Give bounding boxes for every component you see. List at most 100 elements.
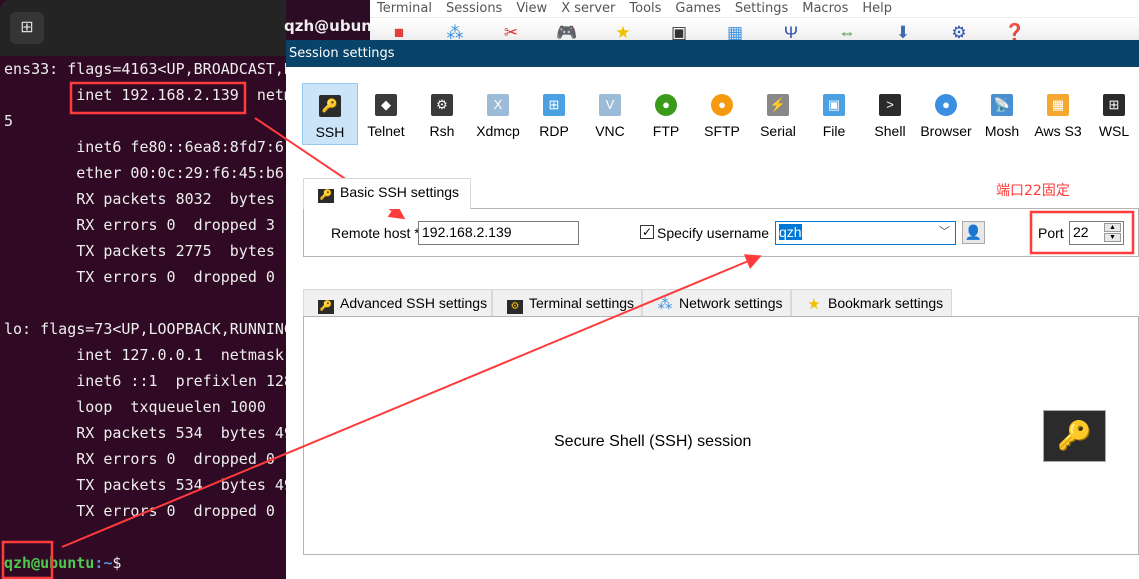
tab-basic-ssh-settings[interactable]: 🔑 Basic SSH settings (303, 178, 471, 209)
terminal-line: inet 192.168.2.139 netm (4, 86, 286, 104)
menu-tools[interactable]: Tools (622, 0, 668, 17)
orange-globe-icon: ● (711, 94, 733, 116)
session-type-xdmcp[interactable]: X Xdmcp (470, 83, 526, 145)
key-icon: 🔑 (318, 300, 334, 314)
session-type-label: Mosh (984, 123, 1020, 139)
session-type-vnc[interactable]: V VNC (582, 83, 638, 145)
tab-label: Network settings (679, 295, 783, 311)
session-type-mosh[interactable]: 📡 Mosh (974, 83, 1030, 145)
gears-icon: ⚙ (431, 94, 453, 116)
key-icon: 🔑 (318, 189, 334, 203)
terminal-line: ens33: flags=4163<UP,BROADCAST,R (4, 60, 286, 78)
port-up-button[interactable]: ▲ (1104, 223, 1121, 232)
basic-settings-panel: Remote host * 192.168.2.139 ✓ Specify us… (303, 208, 1139, 257)
menu-x-server[interactable]: X server (554, 0, 622, 17)
gears-icon: ⚙ (507, 300, 523, 314)
terminal-line: inet 127.0.0.1 netmask (4, 346, 286, 364)
gem-icon: ◆ (375, 94, 397, 116)
port-label: Port (1038, 225, 1064, 241)
remote-host-input[interactable]: 192.168.2.139 (418, 221, 579, 245)
prompt-path: :~ (94, 554, 113, 572)
terminal-title: qzh@ubuntu (284, 17, 370, 35)
session-type-label: File (822, 123, 846, 139)
specify-username-label: Specify username (657, 225, 770, 241)
session-type-aws-s3[interactable]: ▦ Aws S3 (1030, 83, 1086, 145)
prompt-symbol: $ (112, 554, 122, 572)
session-type-label: Shell (874, 123, 906, 139)
menu-games[interactable]: Games (668, 0, 727, 17)
session-type-label: Serial (760, 123, 796, 139)
toolbar: ■ ⁂ ✂ 🎮 ★ ▣ ▦ Ψ ⇔ ⬇ ⚙ ❓ (370, 20, 1139, 42)
ubuntu-terminal[interactable]: ⊞ ens33: flags=4163<UP,BROADCAST,R inet … (0, 0, 286, 579)
session-type-ftp[interactable]: ● FTP (638, 83, 694, 145)
x-monitor-icon: X (487, 94, 509, 116)
specify-username-checkbox[interactable]: ✓ (640, 225, 654, 239)
tab-network-settings[interactable]: ⁂ Network settings (642, 289, 791, 317)
terminal-line: TX packets 2775 bytes (4, 242, 284, 260)
port-value: 22 (1073, 224, 1089, 240)
menu-sessions[interactable]: Sessions (439, 0, 509, 17)
terminal-prompt: qzh@ubuntu:~$ (4, 553, 121, 573)
menu-terminal[interactable]: Terminal (370, 0, 439, 17)
session-type-shell[interactable]: > Shell (862, 83, 918, 145)
menu-view[interactable]: View (509, 0, 554, 17)
session-type-label: WSL (1098, 123, 1130, 139)
session-type-label: Browser (920, 123, 972, 139)
network-icon: ⁂ (657, 296, 673, 313)
session-type-wsl[interactable]: ⊞ WSL (1086, 83, 1139, 145)
tab-advanced-ssh-settings[interactable]: 🔑 Advanced SSH settings (303, 289, 492, 317)
menu-macros[interactable]: Macros (795, 0, 855, 17)
windows-monitor-icon: ⊞ (543, 94, 565, 116)
dialog-title: Session settings (286, 40, 1139, 67)
session-type-serial[interactable]: ⚡ Serial (750, 83, 806, 145)
menu-help[interactable]: Help (855, 0, 899, 17)
vnc-monitor-icon: V (599, 94, 621, 116)
shell-icon: > (879, 94, 901, 116)
session-type-rdp[interactable]: ⊞ RDP (526, 83, 582, 145)
session-type-file[interactable]: ▣ File (806, 83, 862, 145)
port-input[interactable]: 22 ▲ ▼ (1069, 221, 1124, 245)
prompt-user: qzh@ubuntu (4, 554, 95, 572)
session-type-label: Rsh (429, 123, 455, 139)
key-icon: 🔑 (319, 95, 341, 117)
terminal-line: TX errors 0 dropped 0 (4, 268, 284, 286)
session-description: Secure Shell (SSH) session (554, 433, 752, 450)
tab-label: Advanced SSH settings (340, 295, 488, 311)
session-type-label: Xdmcp (476, 123, 520, 139)
cubes-icon: ▦ (1047, 94, 1069, 116)
session-type-rsh[interactable]: ⚙ Rsh (414, 83, 470, 145)
key-icon: 🔑 (1043, 410, 1106, 462)
green-globe-icon: ● (655, 94, 677, 116)
session-settings-dialog: Session settings 🔑 SSH ◆ Telnet ⚙ Rsh X Xdmcp ⊞ R… (286, 40, 1139, 579)
port-down-button[interactable]: ▼ (1104, 233, 1121, 242)
session-type-ssh[interactable]: 🔑 SSH (302, 83, 358, 145)
port-annotation: 端口22固定 (996, 183, 1070, 199)
terminal-line: TX packets 534 bytes 49 (4, 476, 286, 494)
username-value: qzh (779, 224, 802, 240)
terminal-line: inet6 ::1 prefixlen 128 (4, 372, 286, 390)
file-monitor-icon: ▣ (823, 94, 845, 116)
session-type-browser[interactable]: ● Browser (918, 83, 974, 145)
session-type-label: VNC (595, 123, 625, 139)
globe-icon: ● (935, 94, 957, 116)
chevron-down-icon[interactable]: ﹀ (939, 222, 950, 242)
tab-label: Bookmark settings (828, 295, 944, 311)
tab-label: Terminal settings (529, 295, 635, 311)
session-type-telnet[interactable]: ◆ Telnet (358, 83, 414, 145)
session-type-sftp[interactable]: ● SFTP (694, 83, 750, 145)
session-type-label: SSH (315, 124, 345, 140)
terminal-line: 5 (4, 112, 14, 130)
session-description-panel: Secure Shell (SSH) session 🔑 (303, 316, 1139, 555)
menu-settings[interactable]: Settings (728, 0, 795, 17)
tab-terminal-settings[interactable]: ⚙ Terminal settings (492, 289, 642, 317)
terminal-line: inet6 fe80::6ea8:8fd7:6 (4, 138, 284, 156)
username-combobox[interactable]: qzh ﹀ (775, 221, 956, 245)
windows-icon: ⊞ (1103, 94, 1125, 116)
session-type-label: Telnet (367, 123, 405, 139)
terminal-line: loop txqueuelen 1000 (4, 398, 284, 416)
menu-bar: Terminal Sessions View X server Tools Games Se… (370, 0, 1139, 18)
user-key-button[interactable]: 👤 (962, 221, 985, 244)
tab-bookmark-settings[interactable]: ★ Bookmark settings (791, 289, 952, 317)
mobaxterm-main-window: Terminal Sessions View X server Tools Games Se… (370, 0, 1139, 42)
terminal-line: RX errors 0 dropped 0 (4, 450, 284, 468)
